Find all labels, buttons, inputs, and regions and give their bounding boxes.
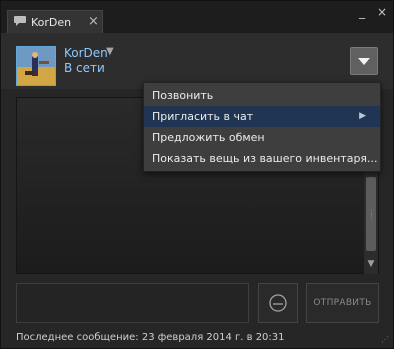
menu-item-label: Пригласить в чат (152, 110, 254, 123)
tab-title: KorDen (31, 16, 72, 29)
emoticon-button[interactable] (258, 283, 298, 323)
chevron-right-icon: ▶ (359, 111, 366, 121)
chat-window: KorDen × _ × KorDen ▼ В сети ⋮ ⋮ ▼ ОТПРА… (0, 0, 394, 349)
chat-bubble-icon (14, 16, 26, 26)
resize-grip-icon[interactable]: ⋰ (381, 336, 391, 347)
chat-tab[interactable]: KorDen × (7, 10, 103, 33)
smiley-icon (269, 294, 287, 312)
grip-icon: ⋮ ⋮ (368, 209, 375, 221)
tab-close-icon[interactable]: × (88, 14, 99, 29)
friend-status: В сети (64, 61, 105, 75)
minimize-button[interactable]: _ (355, 5, 369, 19)
message-input[interactable] (16, 283, 249, 323)
friend-actions-menu: Позвонить Пригласить в чат ▶ Предложить … (143, 82, 381, 172)
title-bar: KorDen × _ × (1, 1, 393, 33)
scroll-thumb[interactable]: ⋮ ⋮ (366, 177, 376, 251)
menu-item-invite-to-chat[interactable]: Пригласить в чат ▶ (144, 106, 380, 127)
close-window-button[interactable]: × (375, 5, 389, 19)
dropdown-triangle-icon (358, 58, 370, 65)
friend-menu-button[interactable] (350, 47, 378, 75)
menu-item-label: Позвонить (152, 89, 214, 102)
chevron-down-icon[interactable]: ▼ (106, 46, 114, 57)
menu-item-label: Показать вещь из вашего инвентаря... (152, 152, 378, 165)
avatar-image (17, 47, 55, 85)
avatar[interactable] (16, 46, 56, 86)
menu-item-show-inventory-item[interactable]: Показать вещь из вашего инвентаря... (144, 148, 380, 169)
friend-header: KorDen ▼ В сети (1, 33, 393, 89)
friend-name[interactable]: KorDen (64, 46, 108, 60)
last-message-info: Последнее сообщение: 23 февраля 2014 г. … (16, 332, 285, 343)
send-button[interactable]: ОТПРАВИТЬ (306, 283, 379, 323)
input-row: ОТПРАВИТЬ (16, 283, 379, 325)
scroll-down-icon[interactable]: ▼ (364, 257, 378, 271)
menu-item-call[interactable]: Позвонить (144, 85, 380, 106)
menu-item-offer-trade[interactable]: Предложить обмен (144, 127, 380, 148)
menu-item-label: Предложить обмен (152, 131, 265, 144)
